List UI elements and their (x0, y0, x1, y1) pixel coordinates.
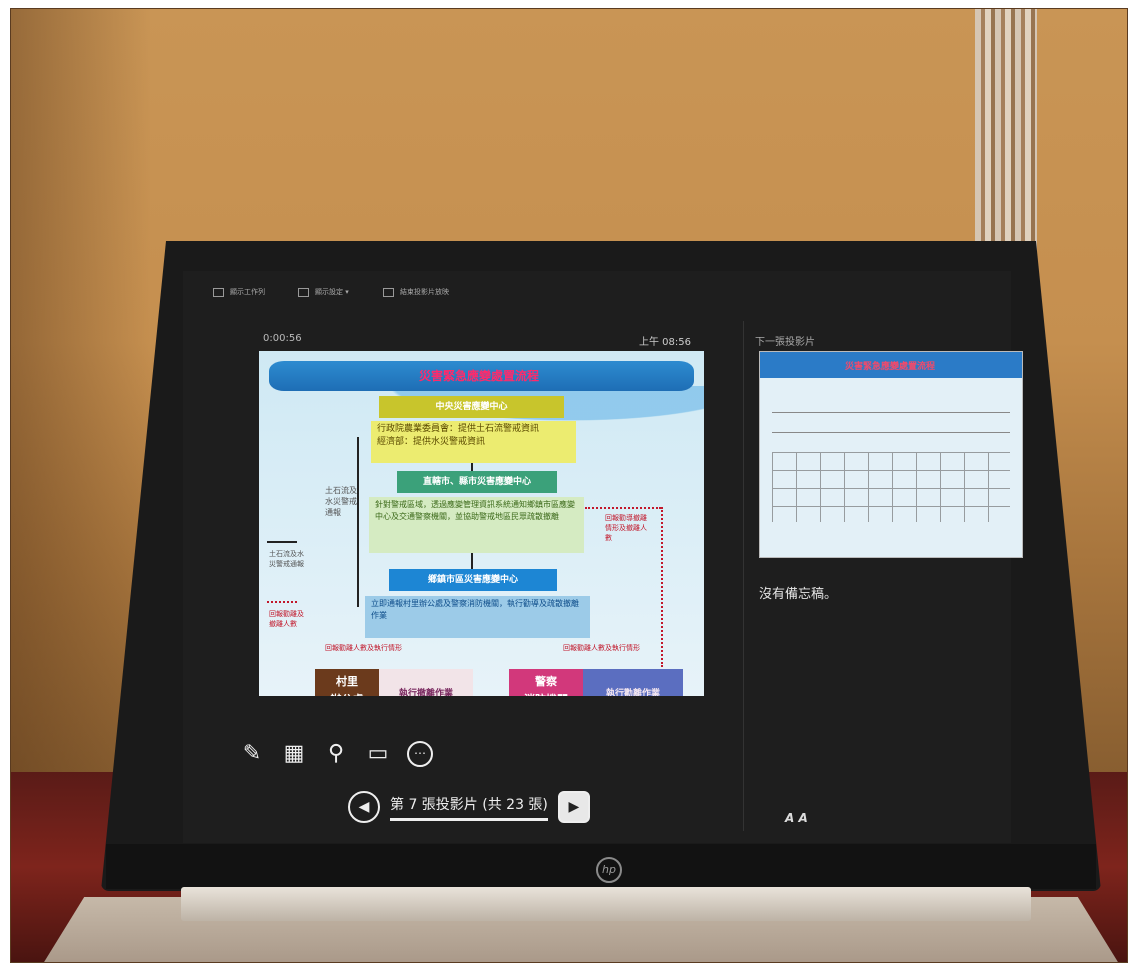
county-center-heading: 直轄市、縣市災害應變中心 (397, 471, 557, 493)
end-slideshow-button[interactable]: 結束投影片放映 (383, 287, 449, 297)
central-center-body: 行政院農業委員會：提供土石流警戒資訊 經濟部：提供水災警戒資訊 (371, 421, 576, 463)
legend-black-arrow (267, 541, 297, 543)
display-settings-button[interactable]: 顯示設定 ▾ (298, 287, 349, 297)
photo-frame: hp 顯示工作列 顯示設定 ▾ 結束投影片放映 0:00:56 上午 08:56… (10, 8, 1128, 963)
village-exec-box: 執行撤離作業 (379, 669, 473, 696)
flow-arrow-2 (471, 553, 473, 569)
font-size-buttons[interactable]: A A (785, 811, 808, 825)
report-line-top (585, 507, 661, 509)
show-taskbar-button[interactable]: 顯示工作列 (213, 287, 265, 297)
presenter-topbar: 顯示工作列 顯示設定 ▾ 結束投影片放映 (183, 271, 1011, 311)
hp-logo: hp (596, 857, 622, 883)
pane-divider[interactable] (743, 321, 744, 831)
right-report-note: 回報勸導撤離情形及撤離人數 (605, 514, 647, 542)
slide-counter[interactable]: 第 7 張投影片 (共 23 張) (390, 794, 548, 821)
more-options-icon[interactable]: ⋯ (407, 741, 433, 767)
next-slide-table (772, 452, 1010, 522)
speaker-notes[interactable]: 沒有備忘稿。 (759, 583, 837, 602)
display-settings-icon (298, 287, 309, 297)
report-line-right (661, 507, 663, 667)
township-center-body: 立即通報村里辦公處及警察消防機關，執行勸導及疏散撤離作業 (365, 596, 590, 638)
current-time: 上午 08:56 (639, 337, 691, 348)
flow-arrow-1 (471, 463, 473, 471)
flow-line-left (357, 437, 359, 607)
next-slide-rule (772, 432, 1010, 433)
zoom-icon[interactable]: ⚲ (323, 741, 349, 767)
central-center-heading: 中央災害應變中心 (379, 396, 564, 418)
next-slide-rule (772, 412, 1010, 413)
laptop-hinge (181, 887, 1031, 921)
next-slide-preview[interactable]: 災害緊急應變處置流程 (759, 351, 1023, 558)
presenter-tools: ✎ ▦ ⚲ ▭ ⋯ (239, 741, 433, 767)
previous-slide-button[interactable]: ◀ (348, 791, 380, 823)
taskbar-icon (213, 287, 224, 297)
county-center-body: 針對警戒區域，透過應變管理資訊系統通知鄉鎮市區應變中心及交通警察機關，並協助警戒… (369, 497, 584, 553)
black-screen-icon[interactable]: ▭ (365, 741, 391, 767)
next-slide-button[interactable]: ▶ (557, 791, 590, 823)
end-show-icon (383, 287, 394, 297)
pen-tool-icon[interactable]: ✎ (239, 741, 265, 767)
slide-title: 災害緊急應變處置流程 (418, 369, 539, 383)
township-center-heading: 鄉鎮市區災害應變中心 (389, 569, 557, 591)
police-fire-box: 警察 消防機關 (509, 669, 583, 696)
next-slide-title: 災害緊急應變處置流程 (844, 362, 935, 372)
legend-black-text: 土石流及水災警戒通報 (269, 550, 304, 568)
right-bottom-report-note: 回報勸離人數及執行情形 (563, 644, 640, 652)
next-slide-label: 下一張投影片 (755, 337, 815, 348)
see-all-slides-icon[interactable]: ▦ (281, 741, 307, 767)
presenter-view: 顯示工作列 顯示設定 ▾ 結束投影片放映 0:00:56 上午 08:56 災害… (183, 271, 1023, 843)
slide-navigation: ◀ 第 7 張投影片 (共 23 張) ▶ (348, 791, 590, 823)
legend-red-text: 回報勸離及撤離人數 (269, 610, 304, 628)
police-exec-box: 執行勸離作業 (583, 669, 683, 696)
left-report-note: 回報勸離人數及執行情形 (325, 644, 402, 652)
legend-red-dotted (267, 601, 297, 603)
current-slide[interactable]: 災害緊急應變處置流程 中央災害應變中心 行政院農業委員會：提供土石流警戒資訊 經… (259, 351, 704, 696)
village-office-box: 村里 辦公處 (315, 669, 379, 696)
elapsed-timer: 0:00:56 (263, 333, 302, 344)
